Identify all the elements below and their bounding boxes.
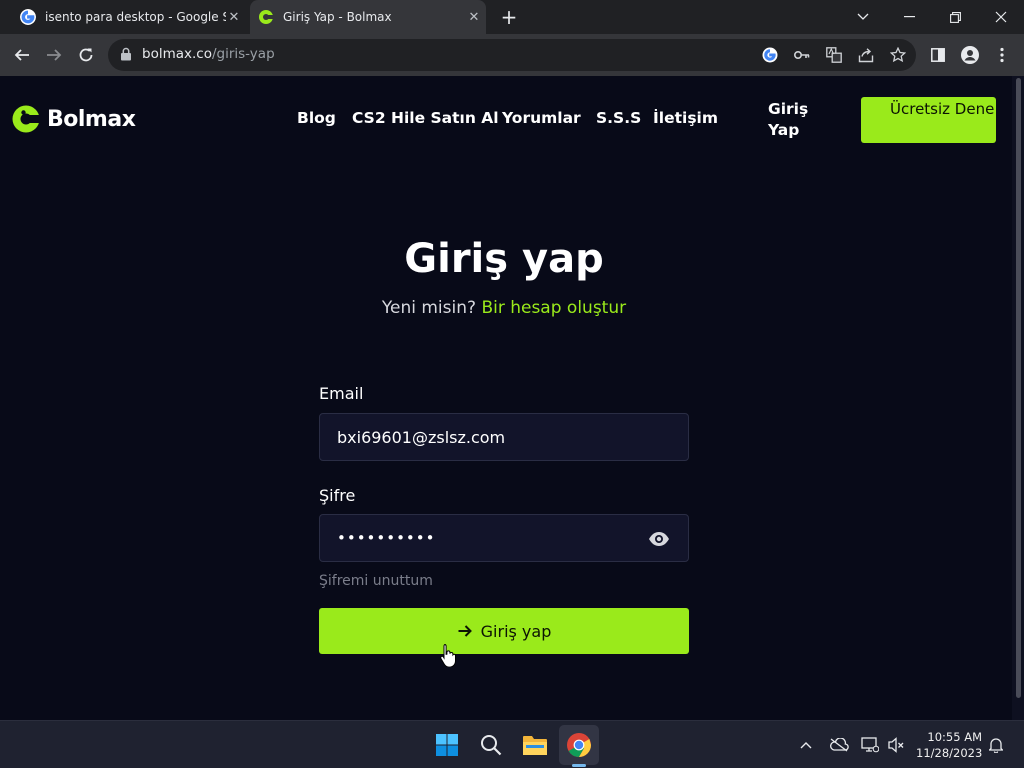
nav-iletisim[interactable]: İletişim bbox=[653, 109, 718, 127]
back-button[interactable] bbox=[10, 43, 34, 67]
email-field[interactable] bbox=[319, 413, 689, 461]
windows-taskbar: 10:55 AM 11/28/2023 bbox=[0, 720, 1024, 768]
scrollbar-thumb[interactable] bbox=[1016, 78, 1021, 698]
active-app-indicator bbox=[572, 764, 586, 767]
page-title: Giriş yap bbox=[404, 236, 604, 282]
password-label: Şifre bbox=[319, 486, 356, 505]
signup-prompt: Yeni misin? Bir hesap oluştur bbox=[0, 298, 1008, 318]
key-icon[interactable] bbox=[792, 45, 812, 65]
forward-button[interactable] bbox=[42, 43, 66, 67]
profile-icon[interactable] bbox=[960, 45, 980, 65]
nav-blog[interactable]: Blog bbox=[297, 109, 336, 127]
url-path: /giris-yap bbox=[211, 46, 275, 62]
url-host: bolmax.co bbox=[142, 46, 212, 62]
close-window-button[interactable] bbox=[978, 0, 1024, 34]
url-text[interactable]: bolmax.co/giris-yap bbox=[142, 46, 275, 62]
signup-prompt-text: Yeni misin? bbox=[381, 298, 477, 318]
browser-tab-bar: isento para desktop - Google Se ✕ Giriş … bbox=[0, 0, 1024, 34]
password-field[interactable]: •••••••••• bbox=[319, 514, 689, 562]
tab-title: isento para desktop - Google Se bbox=[45, 10, 226, 24]
google-favicon-icon bbox=[20, 9, 36, 25]
arrow-right-icon bbox=[458, 625, 472, 637]
bolmax-logo-icon bbox=[12, 105, 40, 133]
new-tab-button[interactable]: + bbox=[498, 6, 520, 28]
email-input[interactable] bbox=[320, 414, 688, 460]
chrome-icon[interactable] bbox=[565, 731, 593, 759]
login-submit-button[interactable]: Giriş yap bbox=[319, 608, 689, 654]
tab-title: Giriş Yap - Bolmax bbox=[283, 10, 392, 24]
bookmark-star-icon[interactable] bbox=[888, 45, 908, 65]
clock-date: 11/28/2023 bbox=[916, 746, 983, 760]
browser-menu-icon[interactable] bbox=[992, 45, 1012, 65]
web-page: Bolmax Blog CS2 Hile Satın Al Yorumlar S… bbox=[0, 76, 1024, 720]
minimize-button[interactable] bbox=[886, 0, 932, 34]
translate-icon[interactable] bbox=[824, 45, 844, 65]
page-scrollbar[interactable] bbox=[1012, 76, 1024, 720]
network-icon[interactable] bbox=[860, 735, 880, 755]
close-tab-icon[interactable]: ✕ bbox=[226, 10, 242, 25]
address-bar[interactable]: bolmax.co/giris-yap bbox=[108, 39, 916, 71]
show-password-icon[interactable] bbox=[648, 531, 670, 547]
lock-icon[interactable] bbox=[120, 47, 132, 61]
windows-start-icon[interactable] bbox=[433, 731, 461, 759]
file-explorer-icon[interactable] bbox=[521, 731, 549, 759]
search-icon[interactable] bbox=[477, 731, 505, 759]
tab-bolmax[interactable]: Giriş Yap - Bolmax ✕ bbox=[250, 0, 486, 34]
bolmax-favicon-icon bbox=[259, 10, 273, 24]
tab-search-icon[interactable] bbox=[840, 0, 886, 34]
share-icon[interactable] bbox=[856, 45, 876, 65]
tab-google-search[interactable]: isento para desktop - Google Se ✕ bbox=[12, 0, 246, 34]
site-logo[interactable]: Bolmax bbox=[12, 105, 136, 133]
google-lens-icon[interactable] bbox=[760, 45, 780, 65]
nav-sss[interactable]: S.S.S bbox=[596, 109, 641, 127]
close-tab-icon[interactable]: ✕ bbox=[466, 10, 482, 25]
volume-muted-icon[interactable] bbox=[886, 735, 906, 755]
side-panel-icon[interactable] bbox=[928, 45, 948, 65]
system-clock[interactable]: 10:55 AM 11/28/2023 bbox=[916, 729, 982, 761]
show-hidden-icons-chevron-icon[interactable] bbox=[796, 735, 816, 755]
free-trial-button[interactable]: Ücretsiz Dene bbox=[861, 97, 996, 143]
login-submit-label: Giriş yap bbox=[480, 621, 552, 641]
browser-toolbar: bolmax.co/giris-yap bbox=[0, 34, 1024, 76]
email-label: Email bbox=[319, 384, 364, 403]
nav-yorumlar[interactable]: Yorumlar bbox=[502, 109, 581, 127]
create-account-link[interactable]: Bir hesap oluştur bbox=[481, 298, 626, 318]
notification-bell-icon[interactable] bbox=[986, 735, 1006, 755]
clock-time: 10:55 AM bbox=[927, 730, 982, 744]
forgot-password-link[interactable]: Şifremi unuttum bbox=[319, 573, 433, 589]
reload-button[interactable] bbox=[74, 43, 98, 67]
hand-cursor-icon bbox=[440, 644, 456, 667]
nav-cs2-hile[interactable]: CS2 Hile Satın Al bbox=[352, 109, 499, 127]
password-value: •••••••••• bbox=[337, 529, 436, 547]
restore-button[interactable] bbox=[932, 0, 978, 34]
onedrive-offline-icon[interactable] bbox=[829, 735, 849, 755]
login-link[interactable]: Giriş Yap bbox=[768, 99, 816, 141]
logo-text: Bolmax bbox=[47, 106, 136, 132]
